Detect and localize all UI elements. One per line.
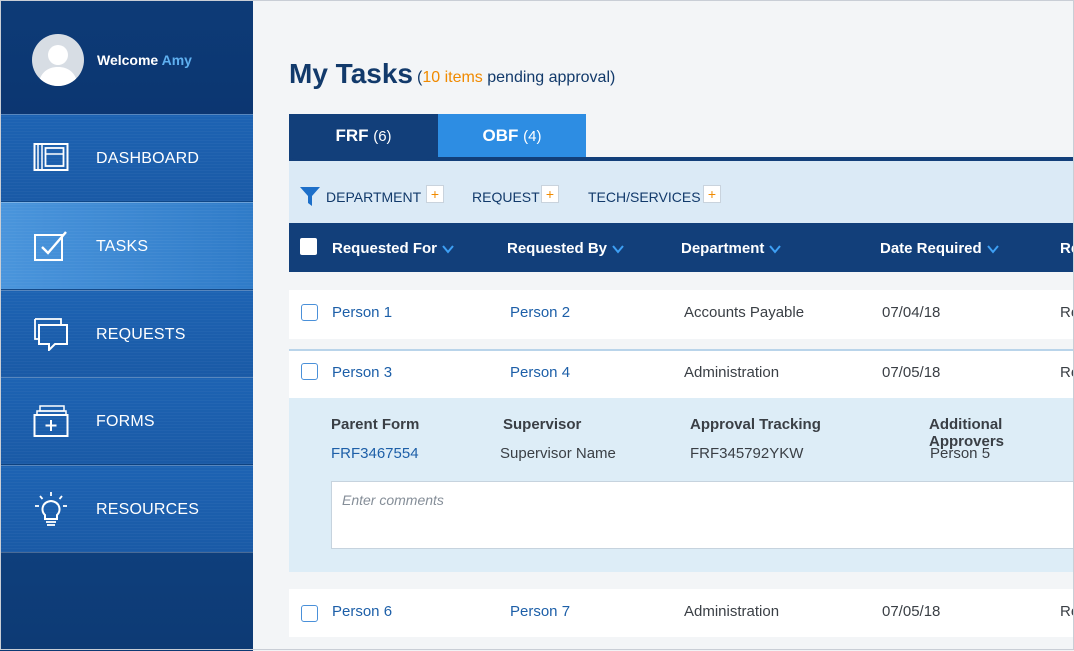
add-request-filter-button[interactable]: + [541, 185, 559, 203]
chevron-down-icon [986, 245, 999, 254]
dashboard-icon [33, 143, 69, 171]
forms-folder-icon [33, 405, 69, 437]
column-label: Department [681, 240, 765, 257]
filter-funnel-icon[interactable] [300, 187, 320, 206]
column-truncated[interactable]: Re [1060, 240, 1074, 257]
approval-tracking-value: FRF345792YKW [690, 445, 804, 462]
requested-for-link[interactable]: Person 3 [332, 364, 392, 381]
requested-by-link[interactable]: Person 2 [510, 304, 570, 321]
sidebar-item-tasks[interactable]: TASKS [0, 202, 253, 289]
requested-by-link[interactable]: Person 7 [510, 603, 570, 620]
page-title: My Tasks [289, 58, 413, 89]
additional-approvers-value: Person 5 [930, 445, 991, 462]
sidebar-item-label: REQUESTS [96, 326, 186, 343]
date-required-cell: 07/05/18 [882, 603, 941, 620]
parent-form-label: Parent Form [331, 416, 420, 433]
user-profile: Welcome Amy [0, 0, 253, 114]
table-row[interactable]: Person 1 Person 2 Accounts Payable 07/04… [289, 290, 1074, 339]
select-all-checkbox[interactable] [300, 238, 317, 255]
chevron-down-icon [612, 245, 624, 254]
pending-summary: (10 items pending approval) [417, 69, 615, 87]
column-department[interactable]: Department [681, 240, 782, 257]
pending-count[interactable]: 10 items [422, 69, 482, 86]
sidebar-item-resources[interactable]: RESOURCES [0, 465, 253, 552]
truncated-cell: Re [1060, 304, 1074, 321]
pending-label: pending approval) [482, 69, 616, 86]
tab-label: FRF [335, 126, 369, 145]
add-department-filter-button[interactable]: + [426, 185, 444, 203]
filter-request[interactable]: REQUEST [472, 189, 540, 205]
main-content: My Tasks (10 items pending approval) FRF… [253, 0, 1074, 650]
tab-frf[interactable]: FRF (6) [289, 114, 438, 158]
tab-count: (6) [373, 128, 392, 145]
column-requested-for[interactable]: Requested For [332, 240, 455, 257]
requested-for-link[interactable]: Person 1 [332, 304, 392, 321]
tasks-check-icon [34, 231, 67, 261]
avatar[interactable] [32, 34, 84, 86]
table-header: Requested For Requested By Department Da… [289, 223, 1074, 272]
requested-by-link[interactable]: Person 4 [510, 364, 570, 381]
sidebar-item-dashboard[interactable]: DASHBOARD [0, 114, 253, 201]
chevron-down-icon [769, 245, 782, 254]
requested-for-link[interactable]: Person 6 [332, 603, 392, 620]
sidebar-item-label: TASKS [96, 238, 149, 255]
user-name[interactable]: Amy [162, 52, 192, 68]
filter-department[interactable]: DEPARTMENT [326, 189, 421, 205]
sidebar-item-requests[interactable]: REQUESTS [0, 290, 253, 377]
tab-obf[interactable]: OBF (4) [438, 114, 586, 158]
welcome-text: Welcome Amy [97, 52, 192, 68]
filter-bar: DEPARTMENT + REQUEST + TECH/SERVICES + [289, 161, 1074, 223]
table-row[interactable]: Person 6 Person 7 Administration 07/05/1… [289, 589, 1074, 637]
sidebar-item-label: FORMS [96, 413, 155, 430]
column-date-required[interactable]: Date Required [880, 240, 1000, 257]
department-cell: Administration [684, 364, 780, 381]
column-label: Requested For [332, 240, 438, 257]
welcome-prefix: Welcome [97, 52, 159, 68]
comments-input[interactable] [331, 481, 1074, 549]
tab-count: (4) [523, 128, 542, 145]
parent-form-link[interactable]: FRF3467554 [331, 445, 419, 462]
row-checkbox[interactable] [301, 605, 318, 622]
column-requested-by[interactable]: Requested By [507, 240, 625, 257]
row-checkbox[interactable] [301, 363, 318, 380]
sidebar: Welcome Amy DASHBOARD TASKS REQUESTS FOR… [0, 0, 253, 651]
column-label: Date Required [880, 240, 982, 257]
sidebar-item-label: DASHBOARD [96, 150, 200, 167]
row-checkbox[interactable] [301, 304, 318, 321]
truncated-cell: Re [1060, 603, 1074, 620]
truncated-cell: Re [1060, 364, 1074, 381]
approval-tracking-label: Approval Tracking [690, 416, 821, 433]
tab-label: OBF [482, 126, 519, 145]
sidebar-item-label: RESOURCES [96, 501, 200, 518]
add-tech-services-filter-button[interactable]: + [703, 185, 721, 203]
sidebar-item-forms[interactable]: FORMS [0, 377, 253, 464]
date-required-cell: 07/05/18 [882, 364, 941, 381]
department-cell: Administration [684, 603, 780, 620]
lightbulb-icon [35, 492, 67, 526]
row-detail-panel: Parent Form FRF3467554 Supervisor Superv… [289, 398, 1074, 572]
speech-bubbles-icon [34, 318, 68, 351]
table-row[interactable]: Person 3 Person 4 Administration 07/05/1… [289, 349, 1074, 398]
supervisor-value: Supervisor Name [500, 445, 616, 462]
date-required-cell: 07/04/18 [882, 304, 941, 321]
supervisor-label: Supervisor [503, 416, 582, 433]
column-label: Requested By [507, 240, 608, 257]
filter-tech-services[interactable]: TECH/SERVICES [588, 189, 701, 205]
chevron-down-icon [442, 245, 454, 254]
user-silhouette-icon [38, 45, 78, 86]
sidebar-footer [0, 552, 253, 651]
department-cell: Accounts Payable [684, 304, 805, 321]
